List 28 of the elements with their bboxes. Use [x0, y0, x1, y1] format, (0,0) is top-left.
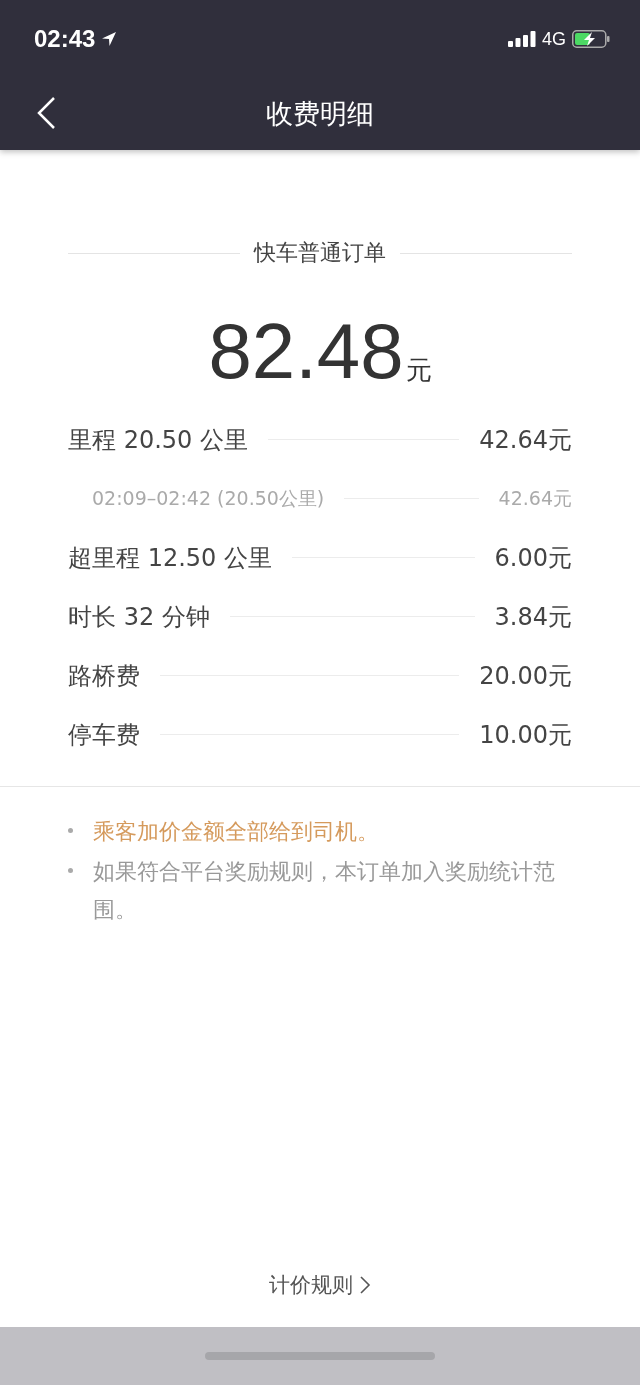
- fee-label: 停车费: [68, 719, 140, 751]
- note-text: 如果符合平台奖励规则，本订单加入奖励统计范围。: [93, 858, 556, 924]
- status-time: 02:43: [34, 25, 96, 53]
- signal-icon: [508, 31, 536, 47]
- pricing-rules-link[interactable]: 计价规则: [269, 1271, 371, 1299]
- network-label: 4G: [542, 28, 566, 50]
- fee-amount: 42.64元: [479, 424, 572, 456]
- fee-label: 时长 32 分钟: [68, 601, 210, 633]
- chevron-icon: [359, 1275, 371, 1295]
- fee-amount: 3.84元: [494, 601, 572, 633]
- order-type: 快车普通订单: [254, 239, 386, 267]
- fee-amount: 20.00元: [479, 660, 572, 692]
- total-amount: 82.48: [208, 312, 404, 390]
- fee-label: 02:09–02:42 (20.50公里): [92, 485, 325, 511]
- fee-amount: 42.64元: [498, 485, 572, 511]
- currency-unit: 元: [405, 354, 432, 387]
- battery-charging-icon: [572, 30, 610, 48]
- fee-amount: 10.00元: [479, 719, 572, 751]
- location-arrow-icon: [101, 31, 118, 47]
- fee-label: 路桥费: [68, 660, 140, 692]
- bullet-icon: [68, 868, 73, 873]
- page-title: 收费明细: [266, 97, 374, 131]
- bullet-icon: [68, 828, 73, 833]
- fee-label: 超里程 12.50 公里: [68, 542, 272, 574]
- fee-amount: 6.00元: [494, 542, 572, 574]
- back-button[interactable]: [36, 96, 56, 130]
- note-text: 乘客加价金额全部给到司机。: [93, 818, 379, 846]
- fee-label: 里程 20.50 公里: [68, 424, 248, 456]
